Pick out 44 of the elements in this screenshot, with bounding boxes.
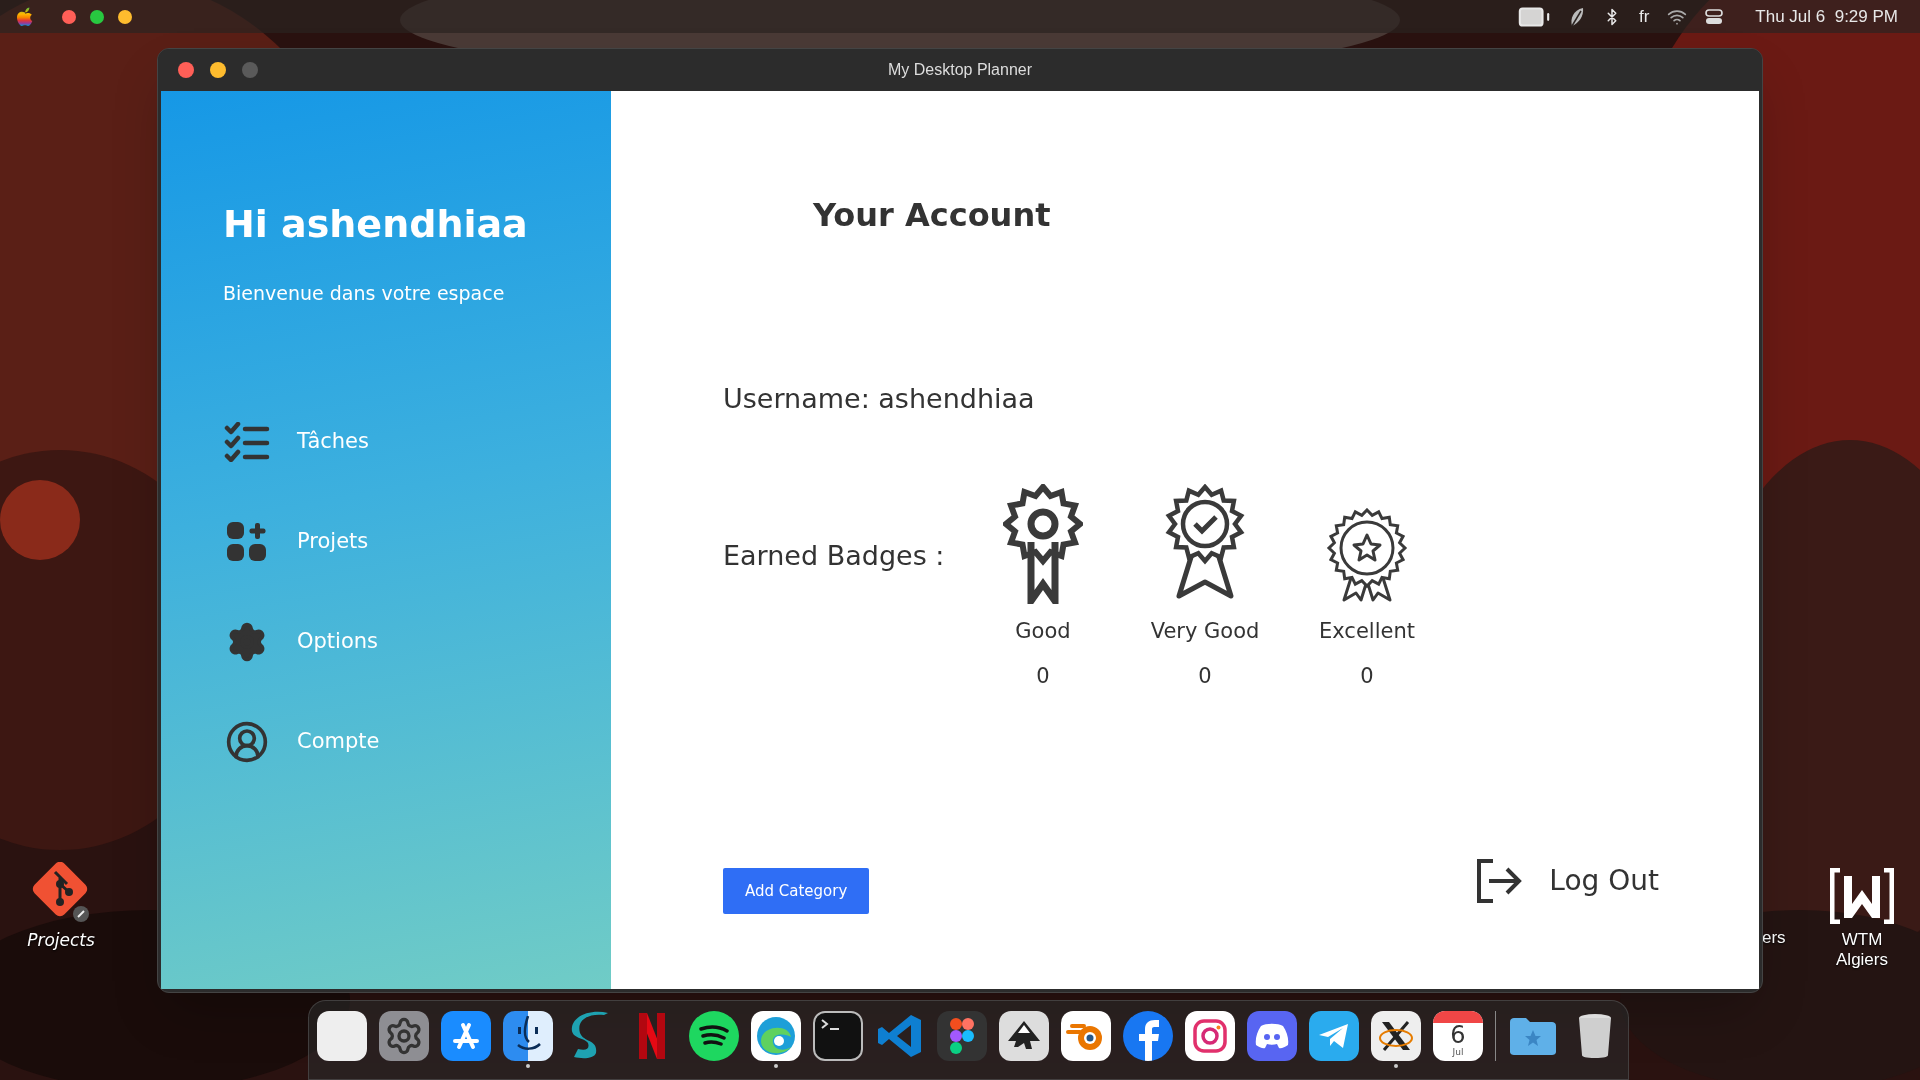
calendar-icon[interactable]: 6 Jul: [1433, 1011, 1483, 1061]
desktop-icon-label[interactable]: WTM Algiers: [1820, 930, 1904, 970]
user-icon: [225, 719, 269, 764]
username-text: Username: ashendhiaa: [723, 382, 1036, 416]
squares-plus-icon: [226, 520, 268, 563]
control-center-icon[interactable]: [1705, 7, 1724, 26]
close-button[interactable]: [178, 62, 194, 78]
badge-count: 0: [1198, 663, 1212, 690]
menu-clock[interactable]: Thu Jul 6 9:29 PM: [1755, 3, 1898, 30]
input-language[interactable]: fr: [1638, 3, 1650, 30]
finder-face-icon[interactable]: [503, 1011, 553, 1061]
camera-outline-icon[interactable]: [1185, 1011, 1235, 1061]
award-star-icon: [1326, 507, 1408, 604]
desktop-icon-label[interactable]: Projects: [27, 930, 95, 950]
shapes-icon[interactable]: [937, 1011, 987, 1061]
greeting: Hi ashendhiaa: [223, 201, 529, 248]
desktop-icon-label[interactable]: ers: [1762, 928, 1786, 948]
bracket-w-logo-icon: [1830, 868, 1894, 924]
checklist-icon: [224, 421, 270, 462]
game-controller-face-icon[interactable]: [1247, 1011, 1297, 1061]
badges-label: Earned Badges :: [723, 538, 946, 573]
orbit-ring-icon[interactable]: [1061, 1011, 1111, 1061]
minimize-button[interactable]: [210, 62, 226, 78]
log-out-icon: [1475, 858, 1524, 904]
window-title: My Desktop Planner: [887, 60, 1033, 80]
app-store-icon[interactable]: [441, 1011, 491, 1061]
welcome-subtitle: Bienvenue dans votre espace: [223, 281, 506, 306]
paper-plane-icon[interactable]: [1309, 1011, 1359, 1061]
terminal-icon[interactable]: [813, 1011, 863, 1061]
app-grid-icon[interactable]: [317, 1011, 367, 1061]
page-heading: Your Account: [813, 195, 1052, 236]
badge-count: 0: [1036, 663, 1050, 690]
badge-label: Good: [1015, 617, 1071, 645]
rosette-icon: [1003, 483, 1083, 604]
add-category-button[interactable]: Add Category: [723, 868, 870, 914]
badge-count: 0: [1360, 663, 1374, 690]
badge-label: Excellent: [1319, 617, 1415, 645]
swirl-icon[interactable]: [751, 1011, 801, 1061]
badge-label: Very Good: [1150, 617, 1260, 645]
mountain-drip-icon[interactable]: [999, 1011, 1049, 1061]
apple-logo-icon[interactable]: [16, 6, 34, 27]
x-mark-icon[interactable]: [1371, 1011, 1421, 1061]
leaf-icon[interactable]: [1568, 6, 1585, 27]
logout-button[interactable]: Log Out: [1475, 858, 1659, 904]
